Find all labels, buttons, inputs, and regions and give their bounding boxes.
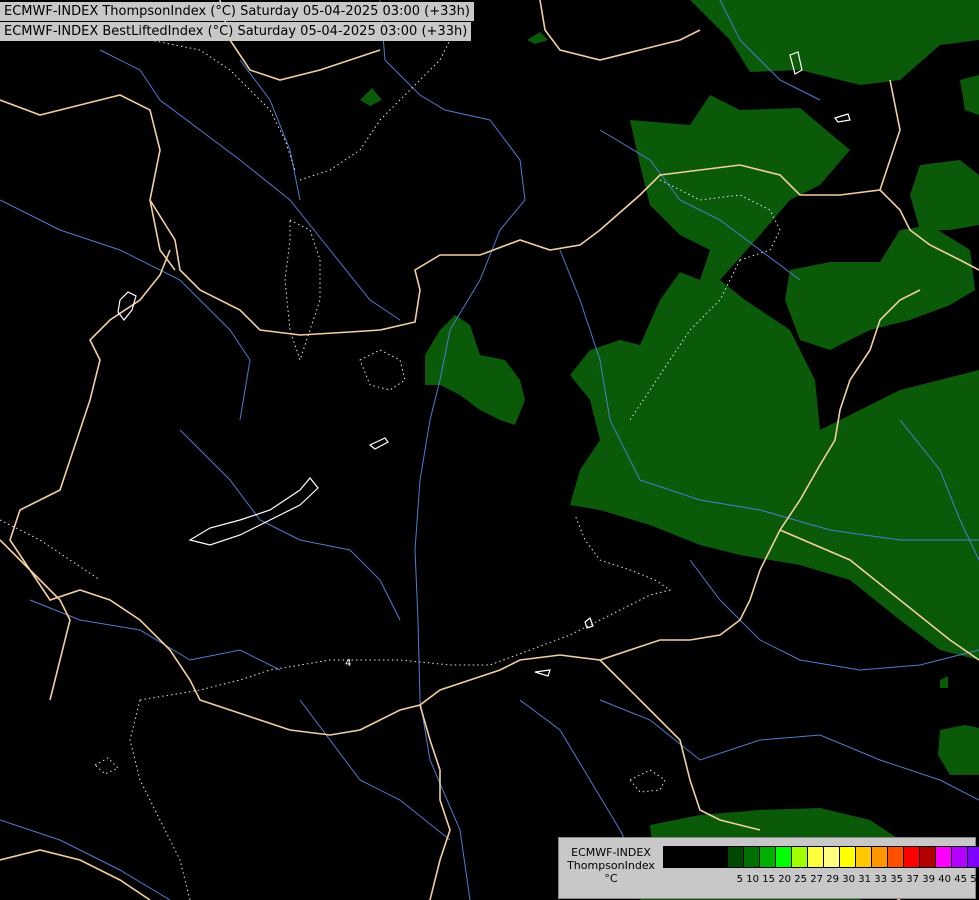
legend-swatch	[696, 847, 712, 867]
map-title-primary: ECMWF-INDEX ThompsonIndex (°C) Saturday …	[0, 2, 474, 21]
legend-title: ECMWF-INDEX ThompsonIndex °C	[563, 846, 659, 885]
legend-tick	[679, 874, 695, 885]
forecast-map: 4	[0, 0, 979, 900]
legend-tick: 27	[810, 874, 823, 885]
legend-tick: 35	[890, 874, 903, 885]
legend-swatch	[888, 847, 904, 867]
legend-swatch	[904, 847, 920, 867]
legend-swatch	[664, 847, 680, 867]
legend-swatch	[808, 847, 824, 867]
legend-tick: 50	[970, 874, 979, 885]
legend-swatch	[856, 847, 872, 867]
legend-tick: 29	[826, 874, 839, 885]
legend-swatch	[824, 847, 840, 867]
legend-model: ECMWF-INDEX	[571, 846, 651, 859]
legend-tick: 30	[842, 874, 855, 885]
legend-tick: 40	[938, 874, 951, 885]
legend-swatch	[840, 847, 856, 867]
map-title-secondary: ECMWF-INDEX BestLiftedIndex (°C) Saturda…	[0, 22, 472, 41]
legend-tick	[695, 874, 711, 885]
color-legend: ECMWF-INDEX ThompsonIndex °C 5 10 15 20 25 27…	[558, 837, 979, 899]
legend-swatch	[920, 847, 936, 867]
legend-tick	[663, 874, 679, 885]
legend-tick	[711, 874, 727, 885]
legend-tick: 5	[736, 874, 743, 885]
area-far-east-north	[910, 160, 979, 230]
legend-tick: 15	[762, 874, 775, 885]
legend-swatch	[872, 847, 888, 867]
legend-tick: 31	[858, 874, 871, 885]
legend-swatch	[744, 847, 760, 867]
contour-label: 4	[345, 658, 351, 669]
legend-swatch	[728, 847, 744, 867]
legend-tick: 25	[794, 874, 807, 885]
legend-tick: 10	[746, 874, 759, 885]
legend-tick-labels: 51015202527293031333537394045505560	[663, 874, 979, 885]
legend-swatch	[952, 847, 968, 867]
legend-tick: 20	[778, 874, 791, 885]
legend-tick: 45	[954, 874, 967, 885]
legend-swatch	[760, 847, 776, 867]
legend-color-bar	[663, 846, 979, 868]
legend-swatch	[776, 847, 792, 867]
legend-tick: 37	[906, 874, 919, 885]
legend-swatch	[680, 847, 696, 867]
legend-tick: 39	[922, 874, 935, 885]
legend-swatch	[712, 847, 728, 867]
legend-unit: °C	[604, 872, 618, 885]
legend-tick: 33	[874, 874, 887, 885]
legend-swatch	[936, 847, 952, 867]
legend-swatch	[968, 847, 979, 867]
legend-swatch	[792, 847, 808, 867]
legend-parameter: ThompsonIndex	[567, 859, 655, 872]
